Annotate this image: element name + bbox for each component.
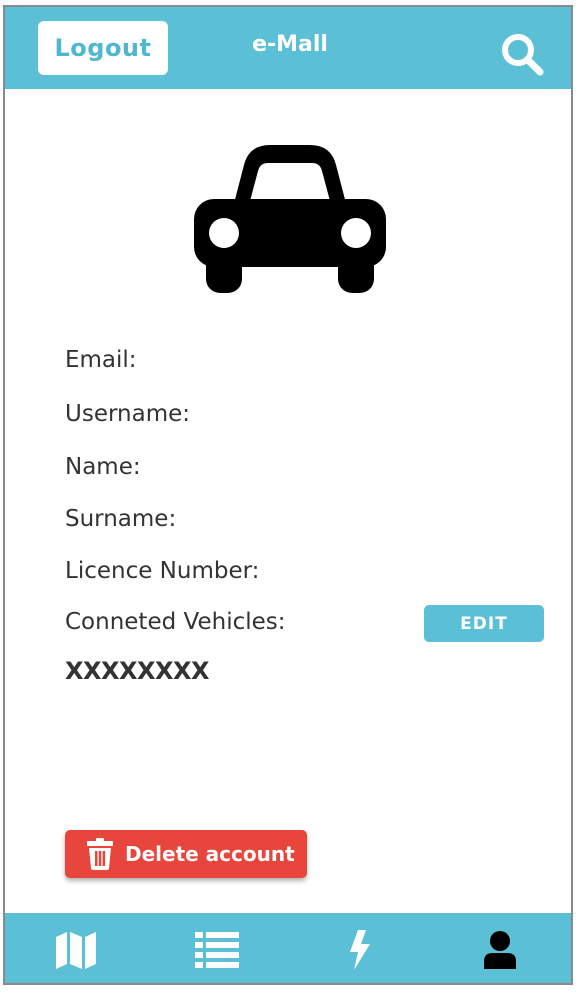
lightning-icon — [349, 930, 370, 970]
nav-item-charging[interactable] — [288, 913, 430, 983]
email-label: Email: — [65, 347, 137, 373]
user-icon — [484, 931, 517, 969]
delete-account-button[interactable]: Delete account — [65, 830, 307, 878]
delete-account-label: Delete account — [125, 842, 295, 866]
nav-item-profile[interactable] — [430, 913, 572, 983]
trash-icon — [87, 838, 113, 870]
edit-vehicles-button[interactable]: EDIT — [424, 605, 544, 642]
search-icon[interactable] — [499, 31, 545, 77]
connected-vehicles-label: Conneted Vehicles: — [65, 609, 286, 635]
licence-number-label: Licence Number: — [65, 558, 260, 584]
username-label: Username: — [65, 401, 190, 427]
car-icon — [194, 145, 386, 293]
bottom-navigation — [5, 913, 572, 983]
app-frame: Logout e-Mall Email: Username: Name: Sur… — [3, 5, 573, 985]
logout-button[interactable]: Logout — [38, 21, 168, 75]
nav-item-map[interactable] — [5, 913, 147, 983]
top-bar: Logout e-Mall — [5, 7, 571, 89]
nav-item-list[interactable] — [147, 913, 289, 983]
name-label: Name: — [65, 454, 141, 480]
connected-vehicle-value: XXXXXXXX — [65, 657, 210, 685]
surname-label: Surname: — [65, 506, 177, 532]
app-title: e-Mall — [252, 32, 328, 57]
map-icon — [55, 932, 96, 969]
list-icon — [195, 932, 240, 968]
